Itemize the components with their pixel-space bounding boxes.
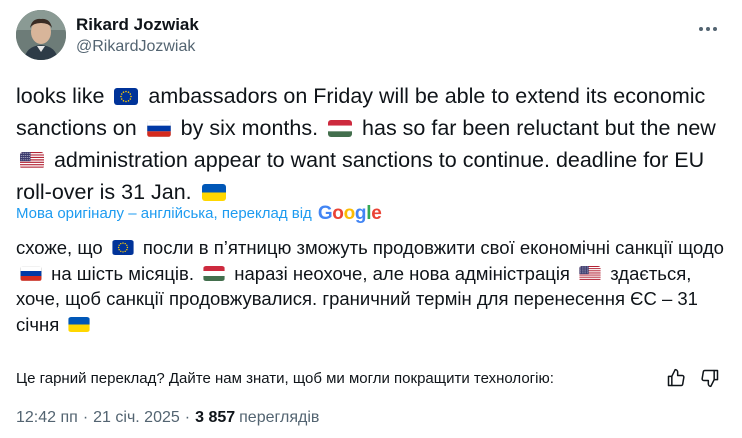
tweet-text: looks like ambassadors on Friday will be… [16, 80, 728, 208]
separator-dot: · [82, 409, 89, 426]
separator-dot: · [184, 409, 191, 426]
text-segment: на шість місяців. [46, 262, 200, 284]
thumbs-up-icon[interactable] [666, 368, 686, 388]
text-segment: has so far been reluctant but the new [356, 116, 716, 140]
text-segment: наразі неохоче, але нова адміністрація [229, 262, 576, 284]
ukraine-flag-icon [68, 316, 90, 332]
text-segment: схоже, що [16, 237, 108, 258]
avatar[interactable] [16, 10, 66, 60]
eu-flag-icon [114, 88, 139, 105]
ukraine-flag-icon [201, 184, 226, 201]
google-logo: Google [317, 203, 382, 224]
text-segment: administration appear to want sanctions … [16, 148, 705, 204]
hungary-flag-icon [203, 265, 225, 281]
more-horizontal-icon[interactable] [694, 18, 722, 40]
translation-source-label: Мова оригіналу – англійська, переклад ві… [16, 205, 312, 222]
translated-text: схоже, що посли в п’ятницю зможуть продо… [16, 235, 728, 337]
text-segment: by six months. [174, 116, 325, 140]
russia-flag-icon [146, 120, 171, 137]
tweet-header: Rikard Jozwiak @RikardJozwiak [16, 10, 726, 62]
russia-flag-icon [20, 265, 42, 281]
translation-source[interactable]: Мова оригіналу – англійська, переклад ві… [16, 203, 382, 225]
author-display-name[interactable]: Rikard Jozwiak [76, 14, 199, 36]
us-flag-icon [579, 265, 601, 281]
tweet-time[interactable]: 12:42 пп [16, 406, 78, 430]
us-flag-icon [20, 152, 44, 169]
tweet-meta: 12:42 пп · 21 січ. 2025 · 3 857 перегляд… [16, 406, 319, 430]
views-count: 3 857 [195, 409, 236, 426]
text-segment: looks like [16, 84, 111, 108]
text-segment: посли в п’ятницю зможуть продовжити свої… [137, 237, 724, 258]
feedback-prompt: Це гарний переклад? Дайте нам знати, щоб… [16, 369, 554, 387]
tweet-date[interactable]: 21 січ. 2025 [93, 406, 180, 430]
author-handle[interactable]: @RikardJozwiak [76, 36, 199, 58]
hungary-flag-icon [328, 120, 353, 137]
views-label: переглядів [239, 409, 320, 426]
translation-feedback: Це гарний переклад? Дайте нам знати, щоб… [16, 365, 726, 391]
thumbs-down-icon[interactable] [700, 368, 720, 388]
eu-flag-icon [112, 240, 134, 255]
